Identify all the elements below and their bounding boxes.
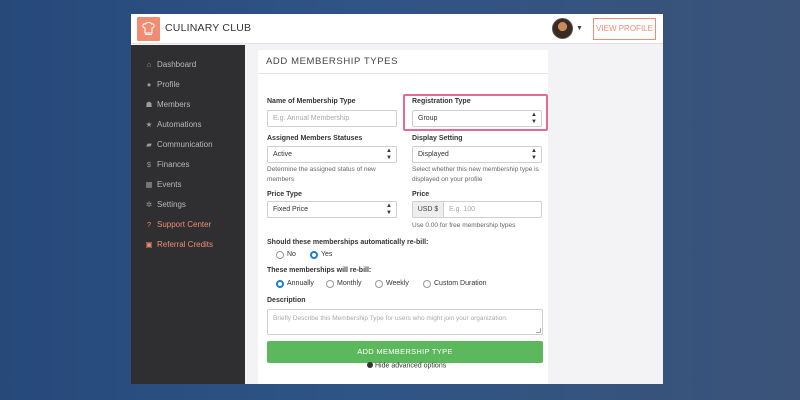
price-type-select[interactable]: Fixed Price ▲ ▼: [267, 201, 397, 218]
calendar-icon: ▦: [145, 180, 153, 189]
select-arrows-icon: ▲ ▼: [531, 148, 537, 161]
custom-duration-radio[interactable]: [423, 280, 431, 288]
description-textarea[interactable]: Briefly Describe this Membership Type fo…: [267, 309, 543, 335]
sidebar-item-label: Finances: [157, 160, 190, 169]
registration-label: Registration Type: [412, 98, 471, 105]
sidebar-item-label: Events: [157, 180, 182, 189]
display-setting-value: Displayed: [418, 151, 449, 158]
globe-icon: ●: [146, 80, 152, 89]
sidebar-item-label: Profile: [157, 80, 180, 89]
sidebar-item-referral-credits[interactable]: ▣ Referral Credits: [131, 237, 245, 253]
users-icon: ☗: [145, 100, 153, 109]
custom-duration-label[interactable]: Custom Duration: [434, 280, 487, 287]
select-arrows-icon: ▲ ▼: [386, 148, 392, 161]
registration-type-select[interactable]: Group ▲ ▼: [412, 110, 542, 127]
sidebar-item-label: Automations: [157, 120, 202, 129]
rebill-yes-label[interactable]: Yes: [321, 251, 332, 258]
sidebar-item-label: Dashboard: [157, 60, 197, 69]
sidebar-item-support-center[interactable]: ? Support Center: [131, 217, 245, 233]
annually-label[interactable]: Annually: [287, 280, 314, 287]
sidebar-item-finances[interactable]: $ Finances: [131, 157, 245, 173]
home-icon: ⌂: [146, 60, 152, 69]
sidebar-item-settings[interactable]: ✲ Settings: [131, 197, 245, 213]
sidebar-item-dashboard[interactable]: ⌂ Dashboard: [131, 57, 245, 73]
gift-icon: ▣: [145, 240, 153, 249]
annually-radio[interactable]: [276, 280, 284, 288]
description-label: Description: [267, 297, 306, 304]
monthly-label[interactable]: Monthly: [337, 280, 362, 287]
monthly-radio[interactable]: [326, 280, 334, 288]
weekly-label[interactable]: Weekly: [386, 280, 409, 287]
chat-icon: ▰: [146, 140, 152, 149]
rebill-no-label[interactable]: No: [287, 251, 296, 258]
currency-prefix: USD $: [412, 201, 444, 218]
price-type-value: Fixed Price: [273, 206, 309, 213]
view-profile-button[interactable]: VIEW PROFILE: [593, 18, 656, 40]
sidebar-item-automations[interactable]: ★ Automations: [131, 117, 245, 133]
price-input[interactable]: E.g. 100: [444, 201, 542, 218]
hide-advanced-options-link[interactable]: Hide advanced options: [367, 362, 446, 370]
select-arrows-icon: ▲ ▼: [531, 112, 537, 125]
sidebar-item-label: Referral Credits: [157, 240, 214, 249]
minus-circle-icon: [367, 362, 373, 368]
sidebar-item-communication[interactable]: ▰ Communication: [131, 137, 245, 153]
membership-name-input[interactable]: E.g. Annual Membership: [267, 110, 397, 127]
price-label: Price: [412, 191, 430, 198]
sidebar-item-label: Members: [157, 100, 191, 109]
description-placeholder: Briefly Describe this Membership Type fo…: [273, 315, 508, 322]
name-label: Name of Membership Type: [267, 98, 356, 105]
display-help: Select whether this new membership type …: [412, 166, 539, 183]
add-membership-panel: ADD MEMBERSHIP TYPES Name of Membership …: [258, 50, 548, 384]
weekly-radio[interactable]: [375, 280, 383, 288]
price-help: Use 0.00 for free membership types: [412, 222, 516, 229]
star-icon: ★: [145, 120, 153, 129]
statuses-label: Assigned Members Statuses: [267, 135, 363, 142]
chef-hat-icon: [142, 22, 155, 35]
sidebar-item-label: Settings: [157, 200, 186, 209]
rebill-no-radio[interactable]: [276, 251, 284, 259]
display-setting-select[interactable]: Displayed ▲ ▼: [412, 146, 542, 163]
price-type-label: Price Type: [267, 191, 302, 198]
member-status-value: Active: [273, 151, 293, 158]
dollar-icon: $: [146, 160, 152, 169]
panel-title: ADD MEMBERSHIP TYPES: [258, 50, 548, 74]
rebill-label: Should these memberships automatically r…: [267, 239, 429, 246]
statuses-help: Determine the assigned status of new mem…: [267, 166, 376, 183]
sidebar-item-events[interactable]: ▦ Events: [131, 177, 245, 193]
frequency-label: These memberships will re-bill:: [267, 267, 372, 274]
add-membership-type-button[interactable]: ADD MEMBERSHIP TYPE: [267, 341, 543, 363]
avatar[interactable]: [552, 18, 573, 39]
member-status-select[interactable]: Active ▲ ▼: [267, 146, 397, 163]
sidebar-item-members[interactable]: ☗ Members: [131, 97, 245, 113]
sidebar-item-label: Communication: [157, 140, 213, 149]
sidebar: ⌂ Dashboard ● Profile ☗ Members ★ Automation…: [131, 45, 245, 384]
resize-handle-icon[interactable]: [536, 328, 541, 333]
brand-name: CULINARY CLUB: [165, 22, 252, 34]
select-arrows-icon: ▲ ▼: [386, 203, 392, 216]
top-bar: CULINARY CLUB ▼ VIEW PROFILE: [131, 14, 663, 44]
question-icon: ?: [146, 220, 152, 229]
logo[interactable]: [137, 17, 160, 41]
gear-icon: ✲: [145, 200, 153, 209]
sidebar-item-profile[interactable]: ● Profile: [131, 77, 245, 93]
registration-type-value: Group: [418, 115, 438, 122]
app-window: CULINARY CLUB ▼ VIEW PROFILE ⌂ Dashboard …: [131, 14, 663, 384]
advanced-label: Hide advanced options: [375, 362, 447, 370]
chevron-down-icon[interactable]: ▼: [576, 25, 583, 32]
price-input-group: USD $ E.g. 100: [412, 201, 542, 218]
display-label: Display Setting: [412, 135, 463, 142]
sidebar-item-label: Support Center: [157, 220, 212, 229]
rebill-yes-radio[interactable]: [310, 251, 318, 259]
